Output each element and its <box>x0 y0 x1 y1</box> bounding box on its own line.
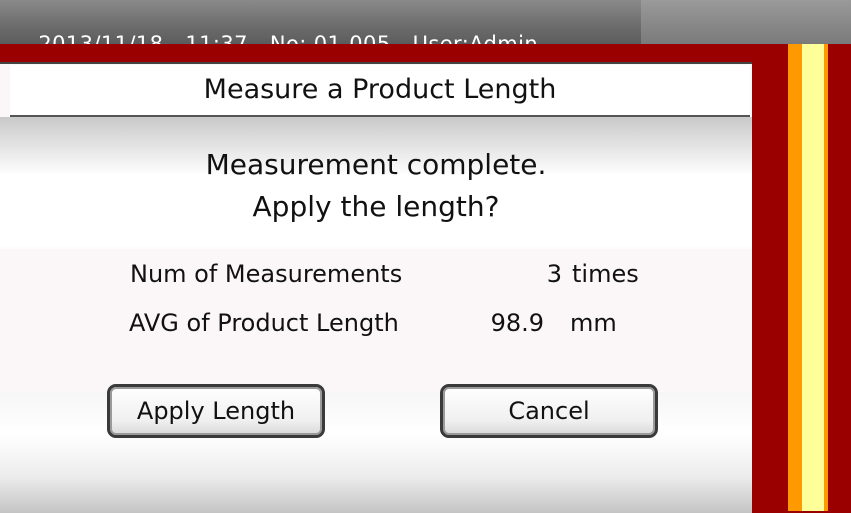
message-line-1: Measurement complete. <box>205 148 547 181</box>
num-measurements-unit: times <box>572 260 639 288</box>
cancel-button[interactable]: Cancel <box>440 384 658 438</box>
avg-length-unit: mm <box>570 309 617 337</box>
avg-length-value: 98.9 <box>490 309 544 337</box>
side-stripe-orange-edge <box>824 44 828 511</box>
confirm-dialog: Measure a Product Length Measurement com… <box>0 62 752 513</box>
num-measurements-label: Num of Measurements <box>130 260 403 288</box>
dialog-message: Measurement complete. Apply the length? <box>0 144 752 228</box>
apply-length-button[interactable]: Apply Length <box>107 384 325 438</box>
avg-length-label: AVG of Product Length <box>129 309 399 337</box>
num-measurements-value: 3 <box>546 260 562 288</box>
side-stripe-yellow <box>802 44 824 511</box>
status-bar: 2013/11/1811:37No: 01-005User:Admin <box>0 0 851 56</box>
message-line-2: Apply the length? <box>252 190 500 223</box>
side-stripe-orange <box>788 44 802 511</box>
status-bar-highlight <box>641 0 851 44</box>
dialog-title: Measure a Product Length <box>10 65 750 117</box>
